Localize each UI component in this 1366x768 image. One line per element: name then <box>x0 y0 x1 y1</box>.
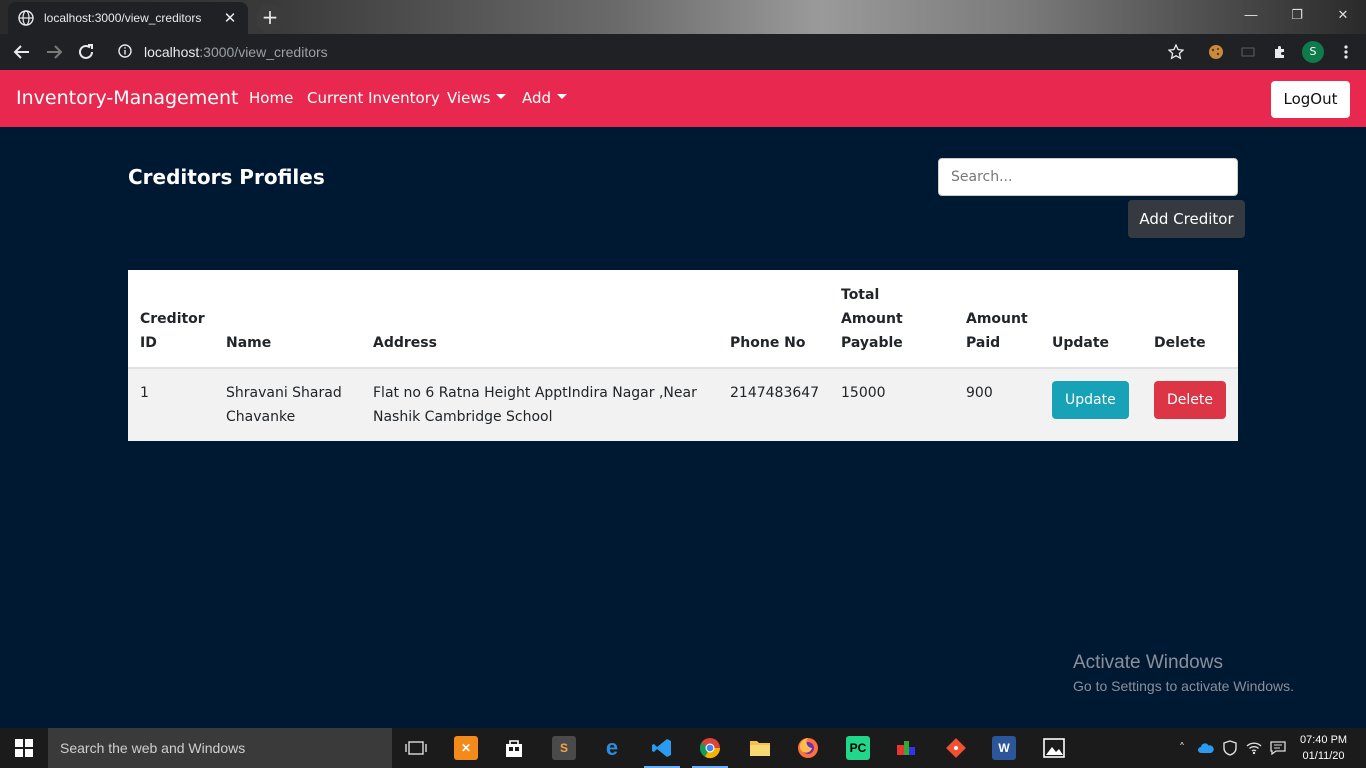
browser-toolbar: localhost:3000/view_creditors <box>0 34 1366 70</box>
header-amount-paid: Amount Paid <box>954 270 1040 369</box>
header-name: Name <box>214 270 361 369</box>
store-icon[interactable] <box>502 736 526 760</box>
update-button[interactable]: Update <box>1052 381 1129 419</box>
more-menu-icon[interactable] <box>1336 42 1356 62</box>
header-phone-no: Phone No <box>718 270 829 369</box>
minimize-button[interactable]: ― <box>1228 0 1274 30</box>
logout-button[interactable]: LogOut <box>1271 81 1350 118</box>
watermark-title: Activate Windows <box>1073 652 1223 673</box>
app-navbar: Inventory-Management Home Current Invent… <box>0 70 1366 127</box>
url-host: localhost <box>144 44 200 60</box>
tab-title: localhost:3000/view_creditors <box>44 11 202 25</box>
pycharm-icon[interactable]: PC <box>846 736 870 760</box>
address-bar[interactable]: localhost:3000/view_creditors <box>110 38 1194 66</box>
cell-update: Update <box>1040 368 1142 441</box>
notification-icon[interactable] <box>1270 740 1286 756</box>
cookie-extension-icon[interactable] <box>1206 42 1226 62</box>
forward-icon[interactable] <box>42 40 66 64</box>
windows-start-icon[interactable] <box>0 728 48 768</box>
header-address: Address <box>361 270 718 369</box>
windows-taskbar: Search the web and Windows ✕ S e PC W ˄ <box>0 728 1366 768</box>
nav-add-label: Add <box>522 89 552 107</box>
nav-views-label: Views <box>447 89 491 107</box>
bookmark-star-icon[interactable] <box>1166 42 1186 62</box>
cell-total-payable: 15000 <box>829 368 954 441</box>
profile-avatar[interactable]: S <box>1302 41 1324 63</box>
taskbar-clock[interactable]: 07:40 PM 01/11/20 <box>1300 732 1347 764</box>
chrome-icon[interactable] <box>698 736 722 760</box>
chevron-up-icon[interactable]: ˄ <box>1174 740 1190 756</box>
table-header-row: Creditor ID Name Address Phone No Total … <box>128 270 1238 369</box>
cell-address: Flat no 6 Ratna Height ApptIndira Nagar … <box>361 368 718 441</box>
table-row: 1 Shravani Sharad Chavanke Flat no 6 Rat… <box>128 368 1238 441</box>
close-window-button[interactable]: ✕ <box>1320 0 1366 30</box>
watermark-subtitle: Go to Settings to activate Windows. <box>1073 678 1294 694</box>
caret-down-icon <box>496 94 507 99</box>
edge-icon[interactable]: e <box>600 735 624 760</box>
caret-down-icon <box>557 94 568 99</box>
clock-date: 01/11/20 <box>1302 750 1345 762</box>
brand-link[interactable]: Inventory-Management <box>16 87 238 109</box>
taskbar-search-input[interactable]: Search the web and Windows <box>48 728 392 768</box>
clock-time: 07:40 PM <box>1300 734 1348 746</box>
back-icon[interactable] <box>10 40 34 64</box>
nav-current-inventory[interactable]: Current Inventory <box>307 89 440 107</box>
add-creditor-button[interactable]: Add Creditor <box>1128 200 1245 238</box>
browser-tab[interactable]: localhost:3000/view_creditors ✕ <box>8 2 248 34</box>
url-path: :3000/view_creditors <box>199 44 328 60</box>
info-icon[interactable] <box>118 43 132 62</box>
reload-icon[interactable] <box>74 40 98 64</box>
nav-views-dropdown[interactable]: Views <box>447 89 507 107</box>
globe-icon <box>18 10 34 26</box>
task-view-icon[interactable] <box>404 736 428 760</box>
xampp-icon[interactable]: ✕ <box>454 736 478 760</box>
cell-delete: Delete <box>1142 368 1238 441</box>
file-explorer-icon[interactable] <box>748 736 772 760</box>
new-tab-button[interactable]: + <box>256 4 284 32</box>
header-update: Update <box>1040 270 1142 369</box>
paint-app-icon[interactable] <box>894 736 918 760</box>
security-shield-icon[interactable] <box>1222 740 1238 756</box>
activate-windows-watermark: Activate Windows Go to Settings to activ… <box>1073 652 1294 694</box>
header-delete: Delete <box>1142 270 1238 369</box>
delete-button[interactable]: Delete <box>1154 381 1226 419</box>
url-text: localhost:3000/view_creditors <box>144 44 328 60</box>
firefox-icon[interactable] <box>796 736 820 760</box>
onedrive-icon[interactable] <box>1198 740 1214 756</box>
browser-tab-strip: localhost:3000/view_creditors ✕ + ― ❐ ✕ <box>0 0 1366 34</box>
vscode-icon[interactable] <box>650 736 674 760</box>
search-input[interactable] <box>938 158 1238 196</box>
sublime-text-icon[interactable]: S <box>552 736 576 760</box>
cell-name: Shravani Sharad Chavanke <box>214 368 361 441</box>
nav-home[interactable]: Home <box>249 89 293 107</box>
header-creditor-id: Creditor ID <box>128 270 214 369</box>
puzzle-extensions-icon[interactable] <box>1270 42 1290 62</box>
photos-icon[interactable] <box>1042 736 1066 760</box>
page-title: Creditors Profiles <box>128 165 325 189</box>
maximize-button[interactable]: ❐ <box>1274 0 1320 30</box>
wifi-icon[interactable] <box>1246 740 1262 756</box>
extension-icon[interactable] <box>1238 42 1258 62</box>
creditors-table: Creditor ID Name Address Phone No Total … <box>128 270 1238 441</box>
git-icon[interactable] <box>944 736 968 760</box>
close-tab-icon[interactable]: ✕ <box>222 9 238 27</box>
cell-phone: 2147483647 <box>718 368 829 441</box>
cell-amount-paid: 900 <box>954 368 1040 441</box>
word-icon[interactable]: W <box>992 736 1016 760</box>
nav-add-dropdown[interactable]: Add <box>522 89 568 107</box>
cell-creditor-id: 1 <box>128 368 214 441</box>
header-total-amount-payable: Total Amount Payable <box>829 270 954 369</box>
